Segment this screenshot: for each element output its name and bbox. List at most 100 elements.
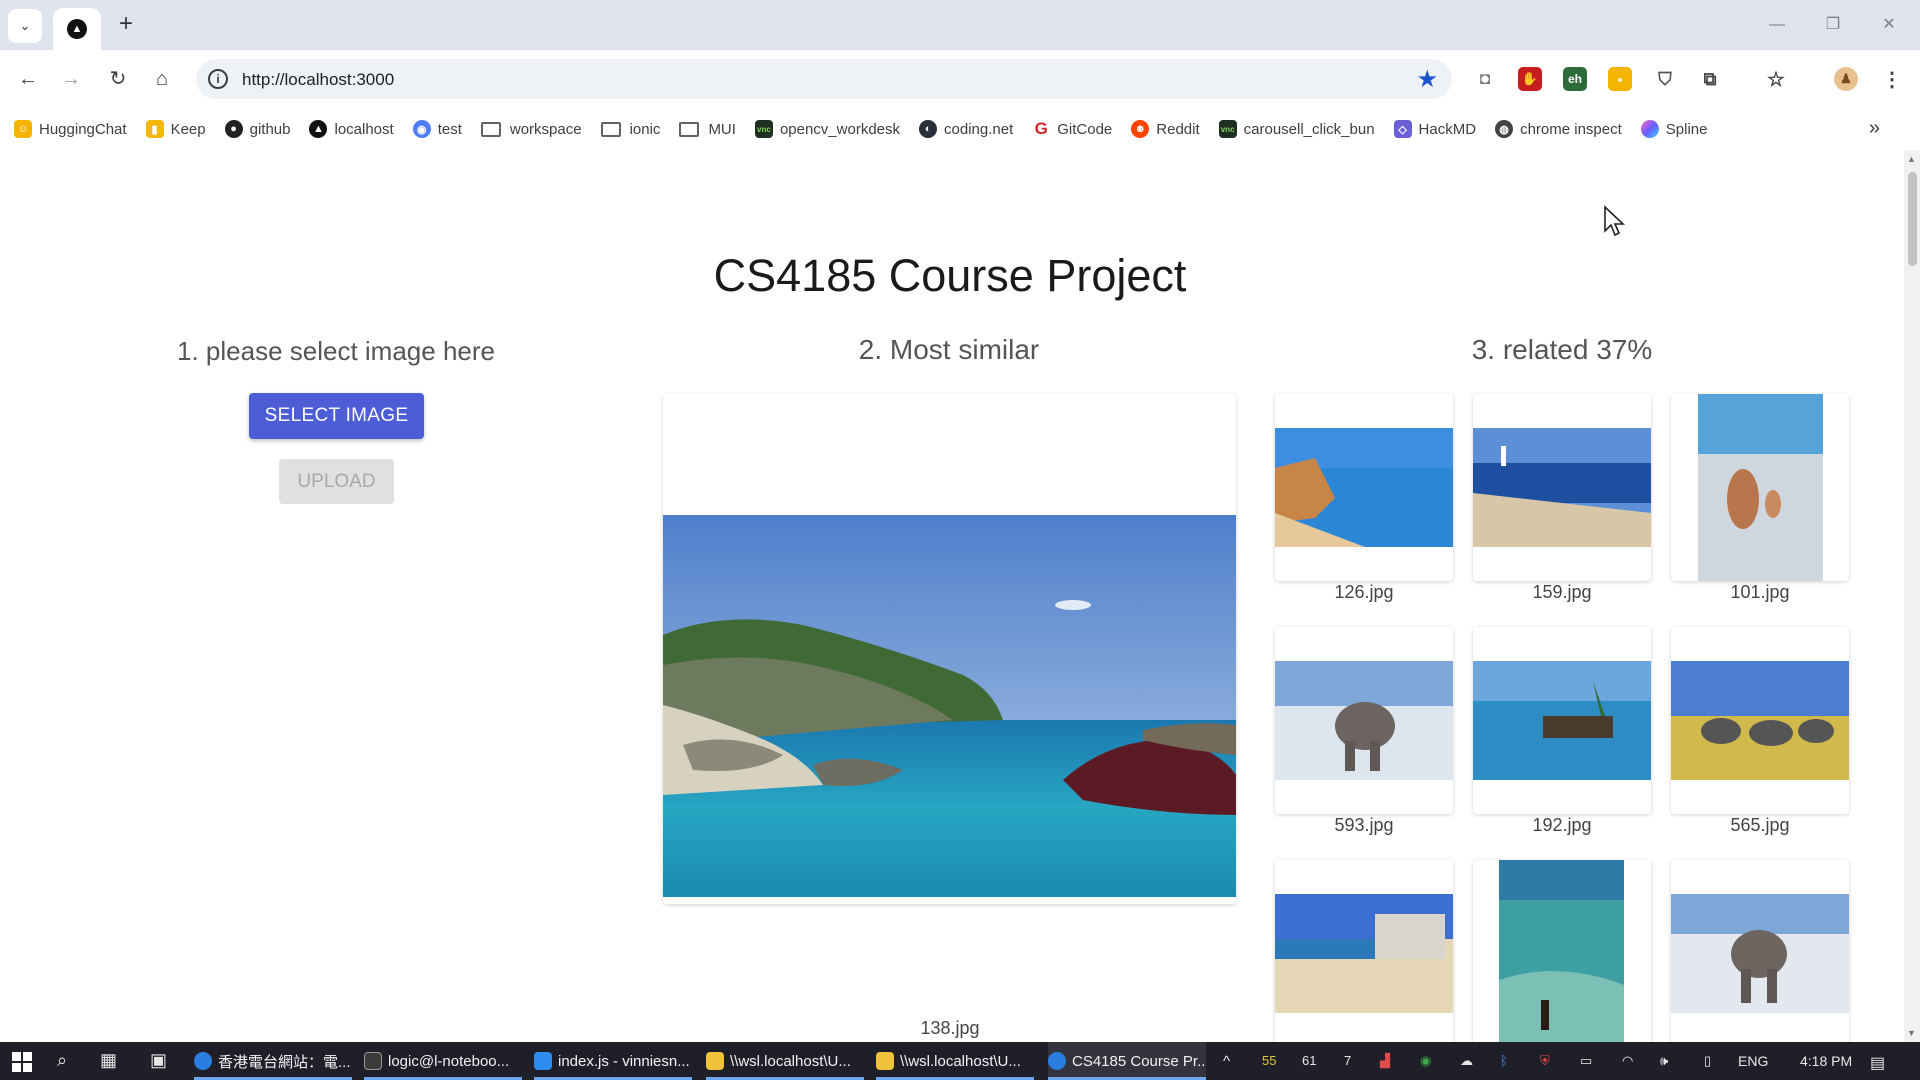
bookmark-gitcode[interactable]: G GitCode [1032, 119, 1112, 138]
wifi-icon[interactable]: ◠ [1622, 1053, 1633, 1069]
folder-icon [600, 121, 621, 137]
page-scrollbar[interactable]: ▲ ▼ [1904, 150, 1920, 1042]
forward-icon[interactable]: → [56, 64, 86, 94]
bookmark-reddit[interactable]: ☻ Reddit [1131, 120, 1200, 138]
tray-app-icon[interactable]: ▟ [1380, 1053, 1390, 1069]
browser-toolbar: ← → ↻ ⌂ i http://localhost:3000 ★ ◘ ✋ eh… [0, 50, 1920, 108]
close-window-button[interactable]: ✕ [1874, 12, 1904, 38]
bookmarks-star-icon[interactable]: ☆ [1764, 67, 1788, 91]
related-thumbnail[interactable] [1473, 627, 1651, 814]
tray-cloud-icon[interactable]: ☁ [1460, 1053, 1473, 1069]
menu-kebab-icon[interactable]: ⋮ [1880, 67, 1904, 91]
bookmark-folder-workspace[interactable]: workspace [480, 121, 582, 138]
next-icon: ▲ [309, 120, 328, 138]
taskbar-app-explorer-1[interactable]: \\wsl.localhost\U... [706, 1042, 864, 1080]
clock[interactable]: 4:18 PM [1800, 1053, 1852, 1069]
security-shield-icon[interactable]: ⛨ [1540, 1053, 1550, 1069]
bookmark-spline[interactable]: Spline [1640, 120, 1708, 138]
scroll-up-icon[interactable]: ▲ [1907, 154, 1916, 164]
taskbar-app-explorer-2[interactable]: \\wsl.localhost\U... [876, 1042, 1034, 1080]
restore-button[interactable]: ❐ [1818, 12, 1848, 38]
language-indicator[interactable]: ENG [1738, 1053, 1768, 1069]
bookmark-carousell[interactable]: vnc carousell_click_bun [1218, 120, 1375, 138]
bookmark-folder-ionic[interactable]: ionic [600, 120, 661, 138]
vscode-icon [534, 1052, 552, 1070]
bookmark-label: localhost [334, 120, 394, 138]
desktop-app-icon[interactable]: ▣ [150, 1050, 167, 1071]
bookmark-folder-mui[interactable]: MUI [679, 121, 736, 138]
tab-search-button[interactable]: ⌄ [8, 9, 42, 43]
bookmark-huggingchat[interactable]: ☺ HuggingChat [14, 120, 127, 138]
bookmark-localhost[interactable]: ▲ localhost [309, 120, 394, 138]
bookmark-label: coding.net [944, 120, 1014, 138]
bookmarks-bar: ☺ HuggingChat ▮ Keep ● github ▲ localhost ◉ t… [0, 108, 1920, 150]
bookmark-label: Keep [170, 120, 206, 138]
bookmark-keep[interactable]: ▮ Keep [145, 120, 206, 138]
related-filename: 126.jpg [1334, 582, 1394, 602]
related-thumbnail[interactable] [1275, 860, 1453, 1042]
eh-extension-icon[interactable]: eh [1563, 67, 1587, 91]
new-tab-button[interactable]: + [112, 11, 140, 39]
upload-button[interactable]: UPLOAD [279, 459, 394, 504]
taskbar-app-rthk[interactable]: 香港電台網站：電... [194, 1042, 352, 1080]
github-icon: ● [224, 120, 243, 138]
volume-icon[interactable]: 🕪 [1660, 1053, 1668, 1069]
bookmark-label: ionic [629, 120, 661, 138]
tray-overflow-icon[interactable]: ^ [1223, 1053, 1230, 1070]
related-thumbnail[interactable] [1473, 860, 1651, 1042]
folder-icon [706, 1052, 724, 1070]
related-thumbnail[interactable] [1671, 627, 1849, 814]
taskbar-app-chrome-active[interactable]: CS4185 Course Pr... [1048, 1042, 1206, 1080]
device-icon[interactable]: ▯ [1704, 1053, 1711, 1069]
home-icon[interactable]: ⌂ [147, 64, 177, 94]
related-thumbnail[interactable] [1671, 394, 1849, 581]
taskbar-app-terminal[interactable]: logic@l-noteboo... [364, 1042, 522, 1080]
profile-avatar[interactable]: ♟ [1834, 67, 1858, 91]
url-text[interactable]: http://localhost:3000 [242, 70, 394, 90]
related-thumbnail[interactable] [1275, 394, 1453, 581]
active-tab[interactable]: ▲ [53, 8, 101, 50]
thumbs-down-extension-icon[interactable]: ✋ [1518, 67, 1542, 91]
vnc-icon: vnc [1218, 120, 1237, 138]
huggingface-icon: ☺ [14, 120, 32, 138]
address-bar[interactable]: i http://localhost:3000 ★ [196, 59, 1452, 99]
bookmark-star-icon[interactable]: ★ [1416, 65, 1438, 94]
related-thumbnail[interactable] [1473, 394, 1651, 581]
reload-icon[interactable]: ↻ [103, 64, 133, 94]
battery-icon[interactable]: ▭ [1580, 1053, 1592, 1069]
scroll-down-icon[interactable]: ▼ [1907, 1028, 1916, 1038]
bookmark-chrome-inspect[interactable]: ◍ chrome inspect [1495, 120, 1622, 138]
bookmark-label: carousell_click_bun [1243, 120, 1375, 138]
bookmarks-overflow-icon[interactable]: » [1869, 117, 1880, 140]
taskbar-app-vscode[interactable]: index.js - vinniesn... [534, 1042, 692, 1080]
most-similar-image[interactable] [663, 515, 1236, 897]
bookmark-opencv-workdesk[interactable]: vnc opencv_workdesk [754, 120, 900, 138]
related-thumbnail[interactable] [1671, 860, 1849, 1042]
bookmark-coding-net[interactable]: ◐ coding.net [919, 120, 1013, 138]
bookmark-hackmd[interactable]: ◇ HackMD [1393, 120, 1476, 138]
bluetooth-icon[interactable]: ᛒ [1500, 1053, 1508, 1068]
bookmark-label: MUI [708, 120, 736, 138]
shield-icon[interactable]: ⛉ [1653, 67, 1677, 91]
keep-extension-icon[interactable]: ▪ [1608, 67, 1632, 91]
section-related-heading: 3. related 37% [1471, 334, 1653, 365]
bookmark-github[interactable]: ● github [224, 120, 290, 138]
related-filename: 593.jpg [1334, 815, 1394, 835]
related-thumbnail[interactable] [1275, 627, 1453, 814]
windows-start-icon[interactable] [12, 1052, 32, 1072]
site-info-icon[interactable]: i [208, 69, 228, 89]
notification-icon[interactable]: ▤ [1870, 1053, 1885, 1073]
keep-icon: ▮ [145, 120, 164, 138]
bookmark-test[interactable]: ◉ test [412, 120, 462, 138]
camera-icon[interactable]: ◘ [1473, 67, 1497, 91]
search-icon[interactable]: ⌕ [57, 1050, 67, 1071]
gitcode-icon: G [1032, 119, 1051, 138]
bookmark-label: Spline [1665, 120, 1708, 138]
tray-chrome-icon[interactable]: ◉ [1420, 1053, 1431, 1069]
minimize-button[interactable]: — [1762, 12, 1792, 38]
task-view-icon[interactable]: ▦ [100, 1050, 117, 1071]
back-icon[interactable]: ← [13, 64, 43, 94]
select-image-button[interactable]: SELECT IMAGE [249, 393, 424, 439]
extensions-puzzle-icon[interactable]: ⧉ [1698, 67, 1722, 91]
scrollbar-thumb[interactable] [1908, 172, 1917, 266]
